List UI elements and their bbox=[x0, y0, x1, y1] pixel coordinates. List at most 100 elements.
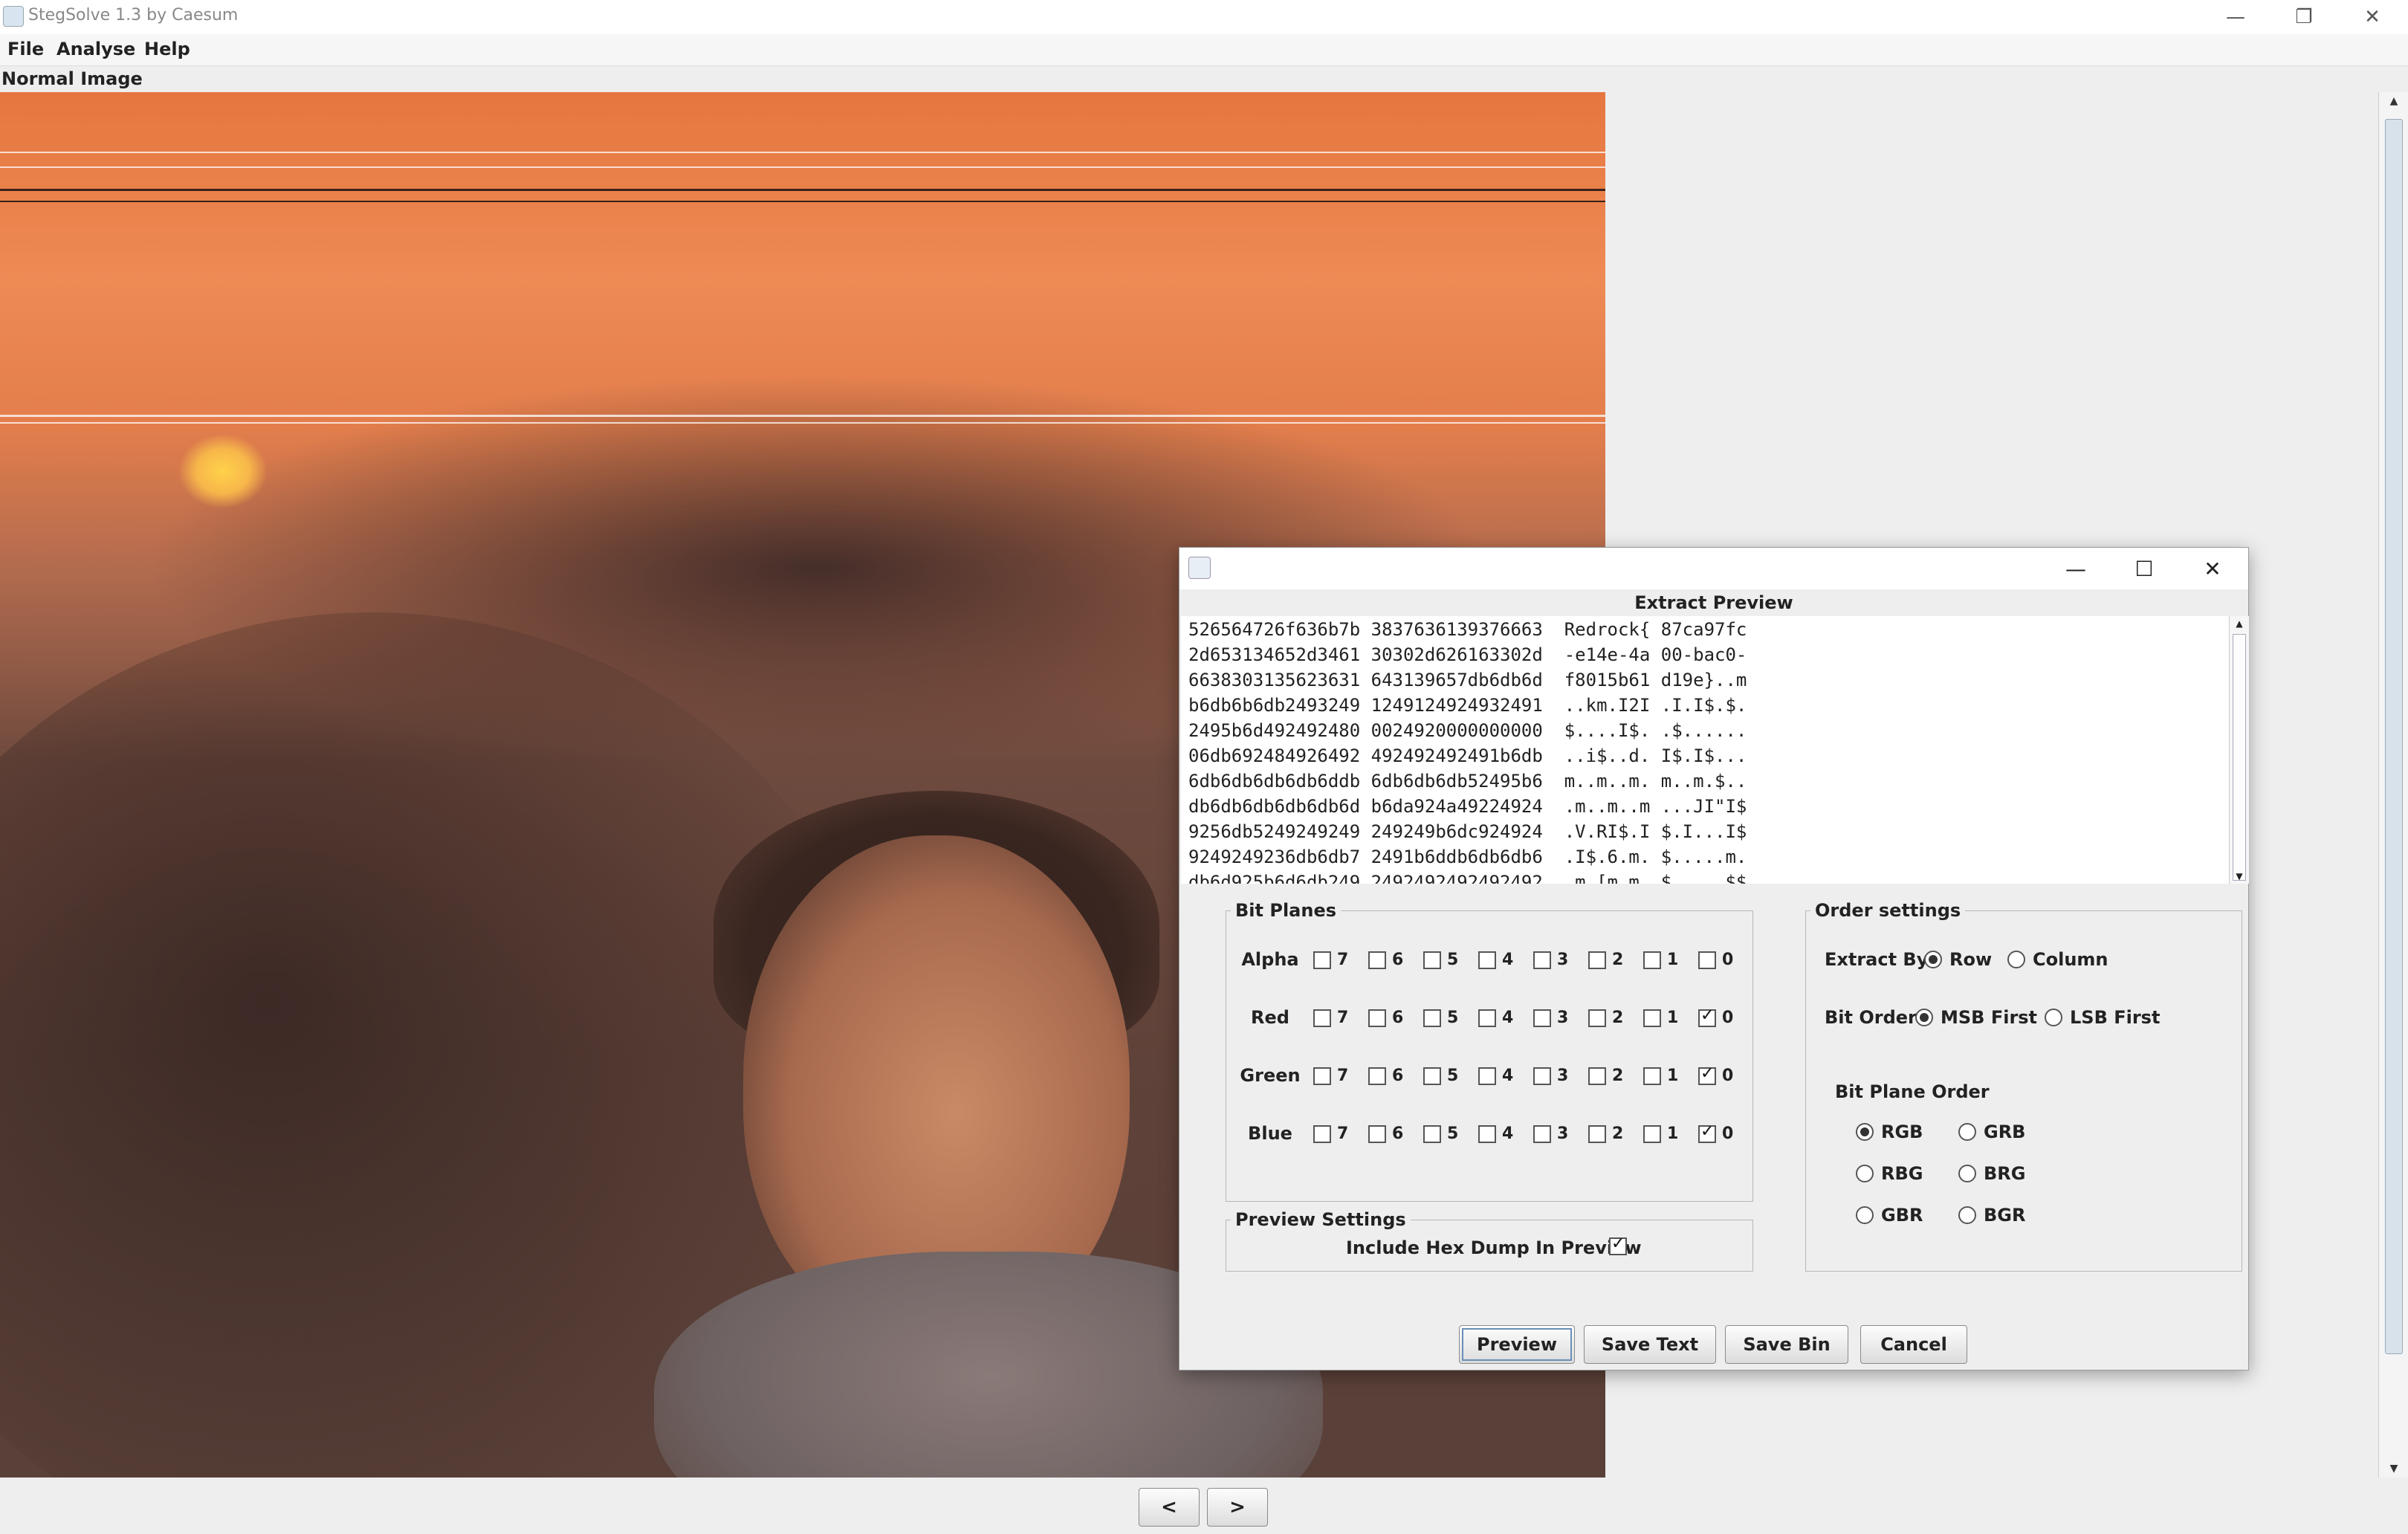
bit-checkbox-blue-6[interactable]: 6 bbox=[1368, 1124, 1403, 1143]
checkbox-box[interactable] bbox=[1698, 951, 1716, 969]
dialog-close-button[interactable]: ✕ bbox=[2178, 548, 2247, 589]
extract-by-column-radio[interactable]: Column bbox=[2007, 949, 2108, 970]
checkbox-box[interactable] bbox=[1313, 951, 1331, 969]
bit-checkbox-alpha-7[interactable]: 7 bbox=[1313, 951, 1348, 969]
checkbox-box[interactable] bbox=[1478, 1124, 1496, 1143]
plane-order-grb-radio[interactable]: GRB bbox=[1958, 1122, 2025, 1142]
bit-checkbox-green-5[interactable]: 5 bbox=[1423, 1067, 1458, 1085]
preview-scroll-thumb[interactable] bbox=[2233, 634, 2246, 881]
bit-checkbox-green-3[interactable]: 3 bbox=[1533, 1067, 1568, 1085]
checkbox-box[interactable] bbox=[1698, 1064, 1716, 1085]
checkbox-box[interactable] bbox=[1588, 951, 1606, 969]
bit-checkbox-alpha-2[interactable]: 2 bbox=[1588, 951, 1623, 969]
preview-scroll-up-icon[interactable]: ▲ bbox=[2230, 616, 2249, 631]
bit-order-lsb-radio[interactable]: LSB First bbox=[2045, 1007, 2160, 1028]
checkbox-box[interactable] bbox=[1423, 1067, 1441, 1085]
cancel-button[interactable]: Cancel bbox=[1860, 1325, 1967, 1364]
checkbox-box[interactable] bbox=[1478, 1009, 1496, 1027]
bit-checkbox-red-2[interactable]: 2 bbox=[1588, 1009, 1623, 1027]
save-bin-button[interactable]: Save Bin bbox=[1725, 1325, 1848, 1364]
checkbox-box[interactable] bbox=[1423, 1009, 1441, 1027]
bit-checkbox-green-7[interactable]: 7 bbox=[1313, 1067, 1348, 1085]
radio-dot[interactable] bbox=[1958, 1165, 1976, 1182]
checkbox-box[interactable] bbox=[1533, 1124, 1551, 1143]
bit-checkbox-alpha-5[interactable]: 5 bbox=[1423, 951, 1458, 969]
checkbox-box[interactable] bbox=[1478, 951, 1496, 969]
checkbox-box[interactable] bbox=[1478, 1067, 1496, 1085]
include-hex-dump-checkbox[interactable] bbox=[1609, 1234, 1627, 1255]
bit-checkbox-blue-4[interactable]: 4 bbox=[1478, 1124, 1513, 1143]
bit-order-msb-radio[interactable]: MSB First bbox=[1915, 1007, 2037, 1028]
bit-checkbox-blue-2[interactable]: 2 bbox=[1588, 1124, 1623, 1143]
radio-dot[interactable] bbox=[1856, 1206, 1874, 1224]
dialog-minimize-button[interactable]: — bbox=[2042, 548, 2110, 589]
checkbox-box[interactable] bbox=[1313, 1067, 1331, 1085]
bit-checkbox-green-0[interactable]: 0 bbox=[1698, 1064, 1733, 1085]
checkbox-box[interactable] bbox=[1588, 1067, 1606, 1085]
menu-analyse[interactable]: Analyse bbox=[56, 39, 135, 59]
bit-checkbox-green-1[interactable]: 1 bbox=[1643, 1067, 1678, 1085]
checkbox-box[interactable] bbox=[1588, 1009, 1606, 1027]
scroll-up-arrow-icon[interactable]: ▲ bbox=[2379, 92, 2408, 110]
extract-preview-text[interactable]: 526564726f636b7b 3837636139376663 Redroc… bbox=[1181, 616, 2229, 884]
checkbox-box[interactable] bbox=[1643, 1009, 1661, 1027]
preview-button[interactable]: Preview bbox=[1459, 1325, 1575, 1364]
bit-checkbox-red-3[interactable]: 3 bbox=[1533, 1009, 1568, 1027]
checkbox-box[interactable] bbox=[1368, 951, 1386, 969]
checkbox-box[interactable] bbox=[1423, 951, 1441, 969]
checkbox-box[interactable] bbox=[1698, 1122, 1716, 1143]
bit-checkbox-red-0[interactable]: 0 bbox=[1698, 1006, 1733, 1027]
plane-order-rgb-radio[interactable]: RGB bbox=[1856, 1122, 1923, 1142]
plane-order-bgr-radio[interactable]: BGR bbox=[1958, 1205, 2025, 1226]
checkbox-box[interactable] bbox=[1313, 1009, 1331, 1027]
bit-checkbox-alpha-4[interactable]: 4 bbox=[1478, 951, 1513, 969]
main-vertical-scrollbar[interactable]: ▲ ▼ bbox=[2378, 92, 2408, 1478]
bit-checkbox-red-1[interactable]: 1 bbox=[1643, 1009, 1678, 1027]
bit-checkbox-blue-5[interactable]: 5 bbox=[1423, 1124, 1458, 1143]
radio-dot[interactable] bbox=[1958, 1206, 1976, 1224]
bit-checkbox-blue-0[interactable]: 0 bbox=[1698, 1122, 1733, 1143]
previous-plane-button[interactable]: < bbox=[1139, 1488, 1200, 1527]
checkbox-box[interactable] bbox=[1368, 1009, 1386, 1027]
menu-file[interactable]: File bbox=[7, 39, 44, 59]
radio-dot[interactable] bbox=[1924, 951, 1942, 968]
checkbox-box[interactable] bbox=[1313, 1124, 1331, 1143]
next-plane-button[interactable]: > bbox=[1207, 1488, 1268, 1527]
checkbox-box[interactable] bbox=[1643, 1067, 1661, 1085]
checkbox-box[interactable] bbox=[1698, 1006, 1716, 1027]
checkbox-box[interactable] bbox=[1423, 1124, 1441, 1143]
bit-checkbox-alpha-1[interactable]: 1 bbox=[1643, 951, 1678, 969]
bit-checkbox-blue-7[interactable]: 7 bbox=[1313, 1124, 1348, 1143]
preview-scroll-down-icon[interactable]: ▼ bbox=[2230, 869, 2249, 884]
dialog-maximize-button[interactable]: ☐ bbox=[2110, 548, 2178, 589]
plane-order-brg-radio[interactable]: BRG bbox=[1958, 1163, 2025, 1184]
bit-checkbox-red-7[interactable]: 7 bbox=[1313, 1009, 1348, 1027]
bit-checkbox-blue-3[interactable]: 3 bbox=[1533, 1124, 1568, 1143]
preview-scrollbar[interactable]: ▲ ▼ bbox=[2229, 616, 2249, 884]
close-button[interactable]: ✕ bbox=[2338, 0, 2407, 34]
save-text-button[interactable]: Save Text bbox=[1584, 1325, 1716, 1364]
radio-dot[interactable] bbox=[2045, 1009, 2062, 1026]
extract-by-row-radio[interactable]: Row bbox=[1924, 949, 1992, 970]
minimize-button[interactable]: — bbox=[2201, 0, 2270, 34]
scroll-thumb[interactable] bbox=[2385, 119, 2403, 1354]
checkbox-box[interactable] bbox=[1533, 951, 1551, 969]
plane-order-gbr-radio[interactable]: GBR bbox=[1856, 1205, 1923, 1226]
scroll-down-arrow-icon[interactable]: ▼ bbox=[2379, 1460, 2408, 1478]
bit-checkbox-green-6[interactable]: 6 bbox=[1368, 1067, 1403, 1085]
restore-button[interactable]: ❐ bbox=[2270, 0, 2338, 34]
checkbox-box[interactable] bbox=[1533, 1009, 1551, 1027]
include-hex-dump-checkbox-box[interactable] bbox=[1609, 1234, 1627, 1255]
checkbox-box[interactable] bbox=[1588, 1124, 1606, 1143]
bit-checkbox-red-6[interactable]: 6 bbox=[1368, 1009, 1403, 1027]
checkbox-box[interactable] bbox=[1368, 1124, 1386, 1143]
radio-dot[interactable] bbox=[1915, 1009, 1933, 1026]
plane-order-rbg-radio[interactable]: RBG bbox=[1856, 1163, 1923, 1184]
radio-dot[interactable] bbox=[2007, 951, 2025, 968]
bit-checkbox-alpha-6[interactable]: 6 bbox=[1368, 951, 1403, 969]
radio-dot[interactable] bbox=[1958, 1123, 1976, 1141]
bit-checkbox-red-4[interactable]: 4 bbox=[1478, 1009, 1513, 1027]
bit-checkbox-red-5[interactable]: 5 bbox=[1423, 1009, 1458, 1027]
bit-checkbox-green-4[interactable]: 4 bbox=[1478, 1067, 1513, 1085]
checkbox-box[interactable] bbox=[1368, 1067, 1386, 1085]
